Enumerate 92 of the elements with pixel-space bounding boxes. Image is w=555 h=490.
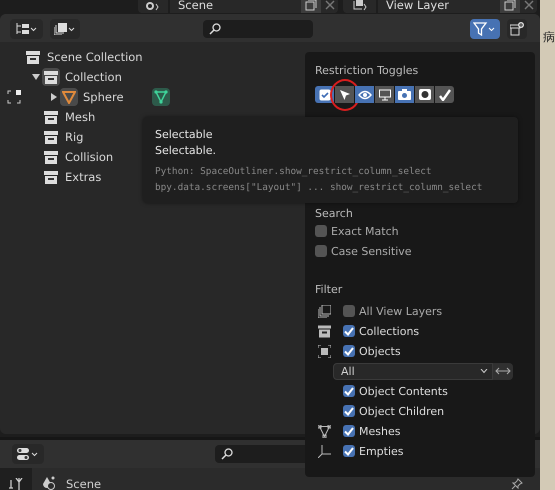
empty-object-icon[interactable] (7, 90, 21, 104)
python-path: bpy.data.screens["Layout"] ... show_restrict_column_select (155, 181, 484, 195)
toggles-icon (17, 448, 39, 460)
outliner-icon (16, 23, 38, 35)
tooltip-title: Selectable (155, 128, 214, 143)
checkbox[interactable] (343, 405, 355, 417)
eye-icon (358, 90, 372, 100)
checkbox[interactable] (343, 445, 355, 457)
eye-toggle[interactable] (355, 86, 374, 103)
view-layer-icon (352, 0, 368, 11)
tree-item-label[interactable]: Mesh (65, 110, 96, 124)
collection-icon (26, 50, 40, 64)
checkbox[interactable] (343, 345, 355, 357)
collection-icon (42, 68, 60, 86)
checkbox-label[interactable]: Object Children (359, 404, 444, 418)
checkbox-label[interactable]: Exact Match (331, 224, 399, 238)
monitor-icon (378, 88, 390, 100)
close-icon[interactable] (321, 0, 338, 13)
editor-type-button[interactable] (12, 444, 44, 464)
tree-item-label[interactable]: Rig (65, 130, 84, 144)
tree-item-label[interactable]: Collection (65, 70, 122, 84)
holdout-toggle[interactable] (415, 86, 434, 103)
expanded-arrow-icon[interactable] (32, 73, 40, 81)
monitor-toggle[interactable] (375, 86, 394, 103)
display-mode-button[interactable] (50, 19, 80, 39)
tree-item-label[interactable]: Collision (65, 150, 114, 164)
checkbox[interactable] (343, 385, 355, 397)
view-layer-name-field[interactable]: View Layer (378, 0, 500, 13)
section-title: Search (315, 207, 354, 221)
checkbox-label[interactable]: Meshes (359, 424, 400, 438)
checkbox-label[interactable]: Object Contents (359, 384, 448, 398)
cone-icon (60, 88, 78, 106)
collection-icon (44, 150, 58, 164)
mesh-icon (318, 424, 331, 438)
object-icon (318, 344, 331, 358)
scene-name-field[interactable]: Scene (170, 0, 301, 13)
search-field[interactable] (203, 20, 313, 38)
editor-type-button[interactable] (10, 19, 43, 39)
tree-item-label[interactable]: Scene Collection (47, 50, 143, 64)
checkbox-label[interactable]: Empties (359, 444, 404, 458)
python-path: Python: SpaceOutliner.show_restrict_column_select (155, 165, 433, 179)
new-collection-icon (510, 22, 524, 36)
window-text: 病 (543, 29, 555, 46)
tree-item-label[interactable]: Sphere (83, 90, 124, 104)
section-title: Filter (315, 283, 344, 297)
filter-button[interactable] (470, 19, 500, 39)
checkbox[interactable] (343, 305, 355, 317)
mesh-data-icon[interactable] (152, 88, 170, 106)
select-toggle[interactable] (335, 86, 354, 103)
checkbox[interactable] (315, 245, 327, 257)
checkbox[interactable] (343, 425, 355, 437)
scene-icon (145, 0, 161, 11)
collection-icon (44, 170, 58, 184)
search-icon (209, 23, 221, 35)
section-title: Restriction Toggles (315, 64, 420, 78)
collection-icon (318, 324, 331, 338)
pointer-icon (338, 88, 350, 100)
collapsed-arrow-icon[interactable] (50, 93, 58, 101)
camera-toggle[interactable] (395, 86, 414, 103)
filter-icon (473, 22, 497, 36)
collection-icon (44, 110, 58, 124)
checkbox-label[interactable]: All View Layers (359, 304, 442, 318)
indirect-toggle[interactable] (435, 86, 454, 103)
close-icon[interactable] (520, 0, 537, 13)
wrench-icon[interactable] (9, 478, 23, 490)
object-filter-dropdown[interactable]: All (333, 362, 493, 380)
collection-icon (44, 130, 58, 144)
tick-icon (438, 88, 450, 100)
tree-item-label[interactable]: Extras (65, 170, 102, 184)
layers-icon (318, 304, 331, 318)
checkbox-label[interactable]: Objects (359, 344, 401, 358)
copy-icon[interactable] (500, 0, 520, 13)
new-collection-button[interactable] (507, 19, 527, 39)
pin-icon[interactable] (511, 478, 523, 490)
empty-axes-icon (318, 444, 331, 458)
checkbox[interactable] (315, 225, 327, 237)
camera-icon (398, 89, 411, 100)
scene-selector-button[interactable] (138, 0, 168, 13)
holdout-icon (418, 89, 430, 100)
checkbox-label[interactable]: Case Sensitive (331, 244, 412, 258)
checkbox-label[interactable]: Collections (359, 324, 420, 338)
chevron-icon (480, 368, 488, 374)
checkbox-toggle[interactable] (315, 86, 334, 103)
search-icon (221, 448, 233, 460)
checkbox[interactable] (343, 325, 355, 337)
view-layer-selector-button[interactable] (343, 0, 376, 13)
checkbox-icon (318, 88, 330, 100)
swap-icon[interactable] (493, 362, 513, 380)
context-label: Scene (66, 478, 102, 490)
images-icon (54, 23, 76, 35)
copy-icon[interactable] (301, 0, 321, 13)
tooltip-description: Selectable. (155, 144, 217, 159)
